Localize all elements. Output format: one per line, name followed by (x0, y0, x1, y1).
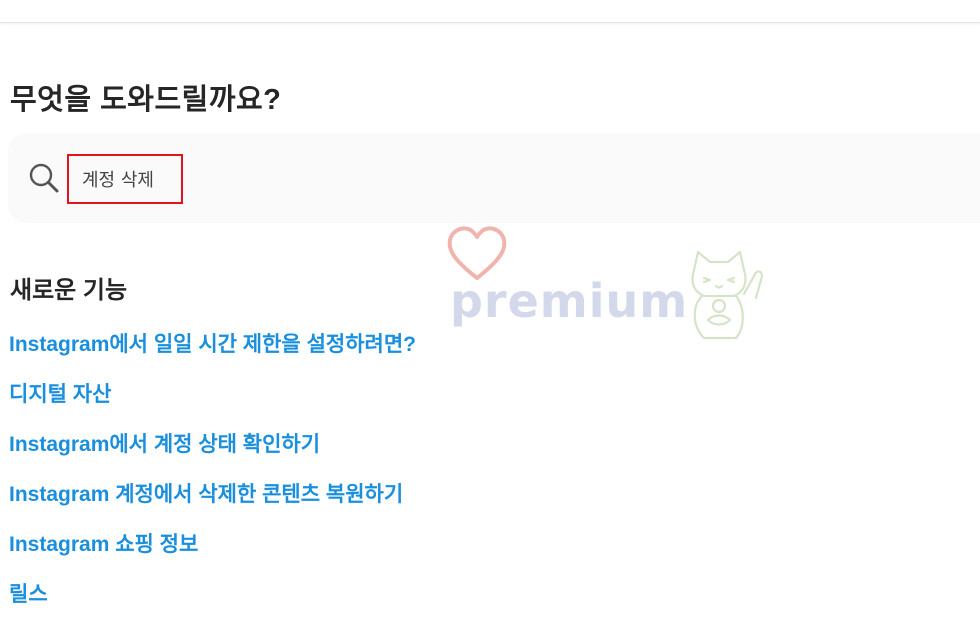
search-icon[interactable] (28, 162, 60, 194)
link-daily-time-limit[interactable]: Instagram에서 일일 시간 제한을 설정하려면? (9, 333, 416, 356)
list-item: Instagram에서 일일 시간 제한을 설정하려면? (9, 330, 416, 380)
link-account-status[interactable]: Instagram에서 계정 상태 확인하기 (9, 433, 320, 456)
lucky-cat-icon (691, 250, 764, 340)
link-restore-deleted-content[interactable]: Instagram 계정에서 삭제한 콘텐츠 복원하기 (9, 483, 403, 506)
link-reels[interactable]: 릴스 (9, 583, 48, 606)
top-navigation-bar (0, 0, 980, 23)
help-heading: 무엇을 도와드릴까요? (10, 84, 282, 116)
link-digital-assets[interactable]: 디지털 자산 (9, 383, 111, 406)
heart-icon (447, 226, 507, 280)
list-item: Instagram에서 계정 상태 확인하기 (9, 430, 416, 480)
search-input[interactable] (69, 156, 181, 202)
search-highlight-box (67, 154, 183, 204)
new-features-heading: 새로운 기능 (10, 277, 128, 304)
new-features-list: Instagram에서 일일 시간 제한을 설정하려면? 디지털 자산 Inst… (9, 330, 416, 630)
link-shopping-info[interactable]: Instagram 쇼핑 정보 (9, 533, 198, 556)
premium-watermark: premium (440, 222, 770, 352)
list-item: 디지털 자산 (9, 380, 416, 430)
list-item: 릴스 (9, 580, 416, 630)
watermark-text: premium (450, 274, 689, 328)
list-item: Instagram 계정에서 삭제한 콘텐츠 복원하기 (9, 480, 416, 530)
list-item: Instagram 쇼핑 정보 (9, 530, 416, 580)
